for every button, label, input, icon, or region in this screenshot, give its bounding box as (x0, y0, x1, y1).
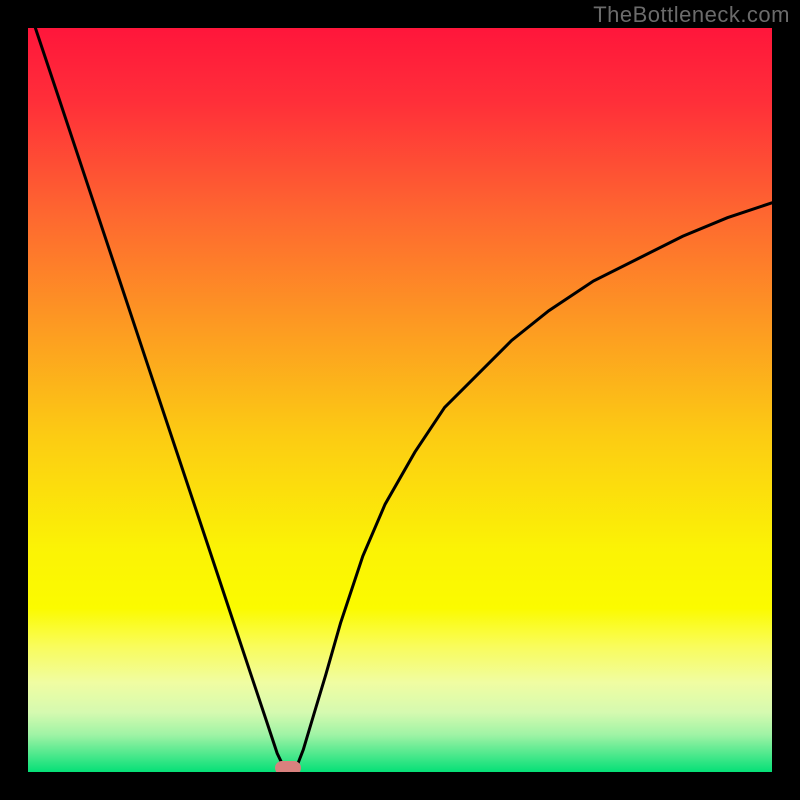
plot-area (28, 28, 772, 772)
chart-svg (28, 28, 772, 772)
minimum-marker (275, 761, 301, 772)
watermark-text: TheBottleneck.com (593, 2, 790, 28)
gradient-background (28, 28, 772, 772)
chart-frame: TheBottleneck.com (0, 0, 800, 800)
